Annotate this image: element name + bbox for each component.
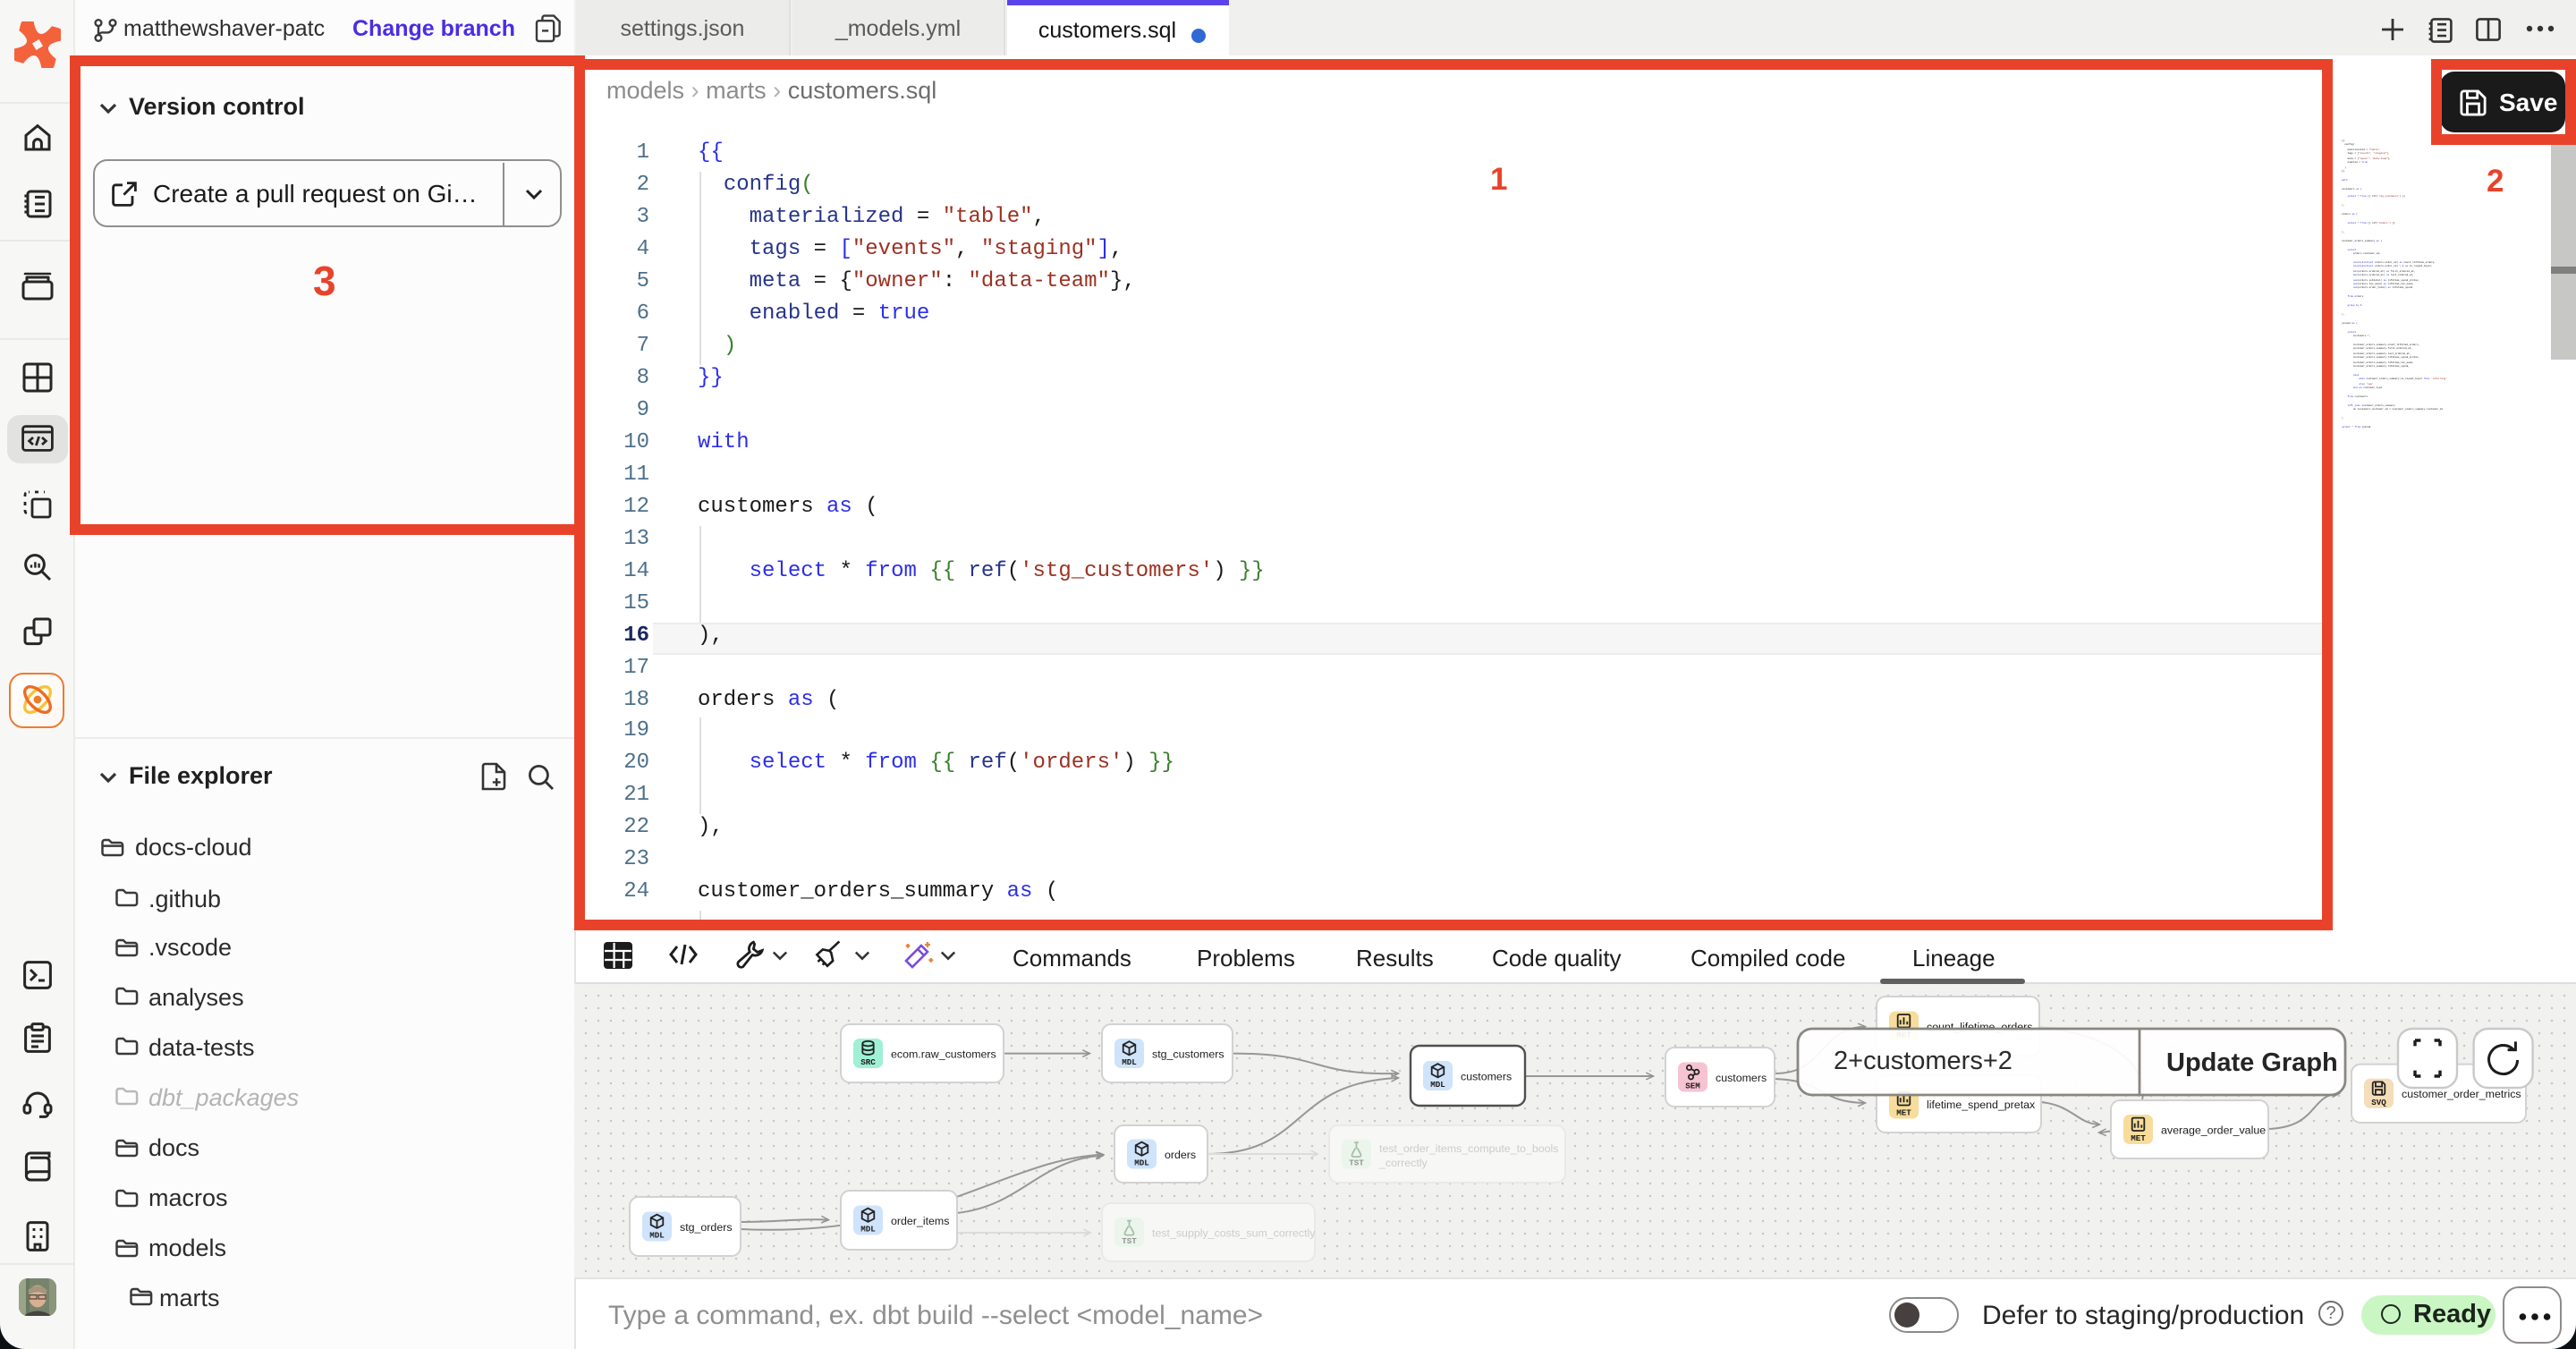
svg-text:order_items: order_items bbox=[891, 1215, 949, 1227]
svg-text:MDL: MDL bbox=[1430, 1080, 1445, 1090]
svg-text:MET: MET bbox=[1896, 1108, 1911, 1118]
svg-text:customers: customers bbox=[1716, 1072, 1767, 1084]
svg-text:TST: TST bbox=[1122, 1236, 1137, 1246]
svg-text:customers: customers bbox=[1461, 1070, 1512, 1082]
svg-text:stg_customers: stg_customers bbox=[1152, 1048, 1224, 1060]
svg-text:test_order_items_compute_to_bo: test_order_items_compute_to_bools bbox=[1379, 1142, 1558, 1155]
svg-text:Update Graph: Update Graph bbox=[2166, 1048, 2338, 1077]
svg-text:2+customers+2: 2+customers+2 bbox=[1834, 1047, 2012, 1075]
svg-text:orders: orders bbox=[1165, 1149, 1196, 1161]
svg-text:ecom.raw_customers: ecom.raw_customers bbox=[891, 1048, 996, 1060]
svg-text:TST: TST bbox=[1349, 1158, 1364, 1168]
svg-text:customer_order_metrics: customer_order_metrics bbox=[2402, 1088, 2521, 1100]
svg-text:test_supply_costs_sum_correctl: test_supply_costs_sum_correctly bbox=[1152, 1226, 1316, 1239]
svg-text:MDL: MDL bbox=[1122, 1057, 1137, 1067]
svg-text:stg_orders: stg_orders bbox=[680, 1221, 733, 1234]
svg-text:MDL: MDL bbox=[1134, 1158, 1149, 1168]
svg-text:MDL: MDL bbox=[649, 1231, 665, 1241]
svg-text:SRC: SRC bbox=[860, 1057, 876, 1067]
svg-text:lifetime_spend_pretax: lifetime_spend_pretax bbox=[1927, 1099, 2036, 1111]
svg-text:SVQ: SVQ bbox=[2371, 1098, 2386, 1107]
svg-text:_correctly: _correctly bbox=[1378, 1157, 1428, 1169]
svg-text:average_order_value: average_order_value bbox=[2161, 1124, 2266, 1136]
svg-text:SEM: SEM bbox=[1685, 1082, 1700, 1091]
svg-text:MET: MET bbox=[2131, 1133, 2146, 1143]
svg-text:MDL: MDL bbox=[860, 1225, 876, 1234]
